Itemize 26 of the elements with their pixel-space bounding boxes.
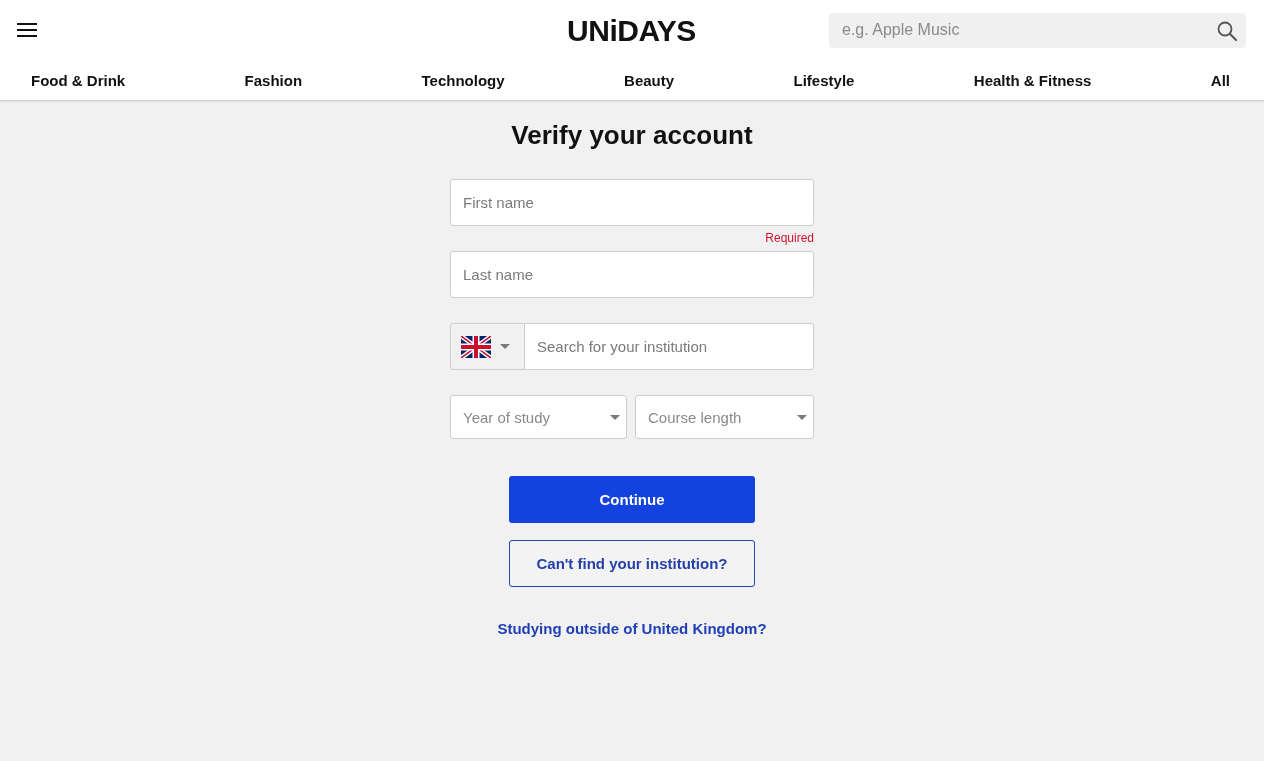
error-message: Required — [765, 231, 814, 245]
category-link[interactable]: Technology — [421, 71, 505, 89]
search-icon[interactable] — [1217, 20, 1237, 41]
caret-icon — [797, 414, 807, 420]
search-field[interactable]: e.g. Apple Music — [829, 12, 1246, 48]
category-link[interactable]: Fashion — [244, 71, 303, 89]
page-title: Verify your account — [511, 119, 753, 151]
category-link[interactable]: Food & Drink — [31, 71, 126, 89]
last-name-field[interactable]: Last name — [450, 251, 814, 298]
category-link[interactable]: Health & Fitness — [973, 71, 1092, 89]
category-link[interactable]: All — [1210, 71, 1230, 89]
year-of-study-dropdown[interactable]: Year of study — [450, 395, 627, 439]
menu-icon[interactable] — [17, 23, 37, 37]
continue-button[interactable]: Continue — [509, 476, 755, 523]
flag-icon — [461, 335, 491, 358]
category-link[interactable]: Lifestyle — [793, 71, 855, 89]
text-link[interactable]: Studying outside of United Kingdom? — [497, 620, 767, 638]
outline-button[interactable]: Can't find your institution? — [509, 540, 755, 587]
country-dropdown[interactable] — [450, 323, 525, 370]
first-name-field[interactable]: First name — [450, 179, 814, 226]
category-link[interactable]: Beauty — [624, 71, 675, 89]
institution-search-field[interactable]: Search for your institution — [525, 323, 814, 370]
logo[interactable]: UNiDAYS — [567, 14, 696, 48]
caret-icon — [610, 414, 620, 420]
caret-icon — [500, 344, 510, 349]
course-length-dropdown[interactable]: Course length — [635, 395, 814, 439]
